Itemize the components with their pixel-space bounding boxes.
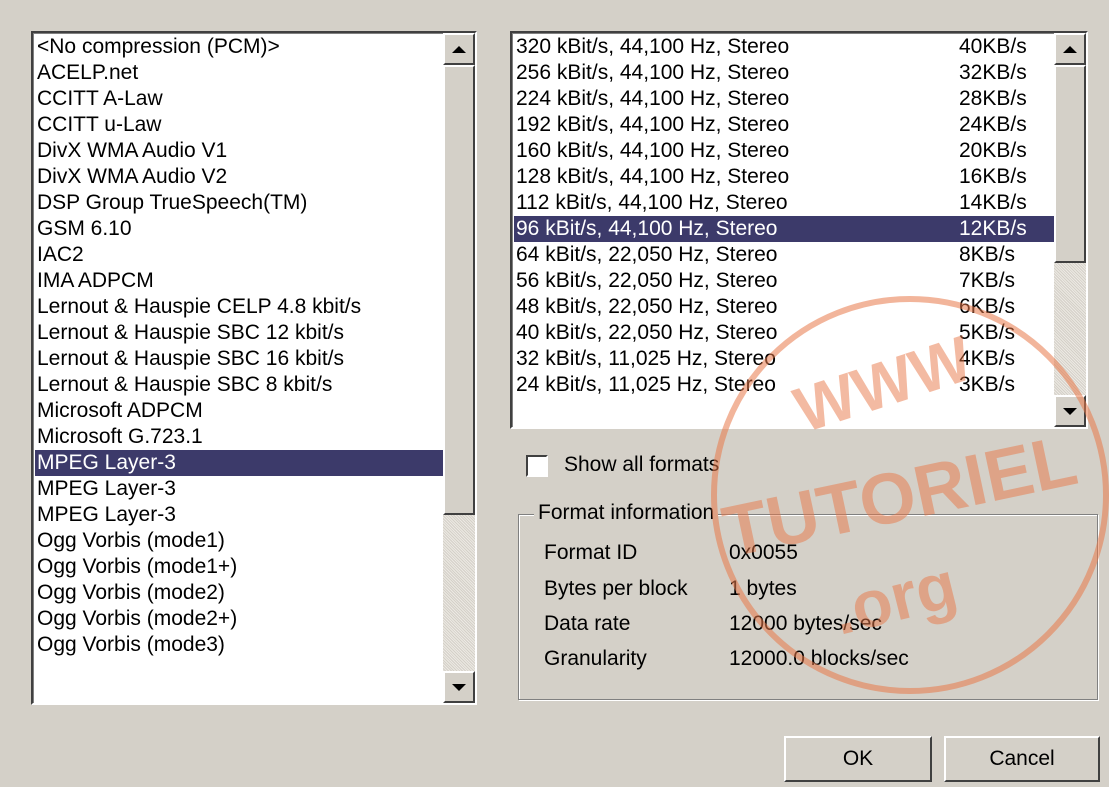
format-name: 48 kBit/s, 22,050 Hz, Stereo [516,295,778,318]
codec-list-item[interactable]: CCITT u-Law [35,112,443,138]
arrow-down-icon [452,683,466,691]
format-rate: 20KB/s [959,139,1027,162]
codec-list-item[interactable]: ACELP.net [35,60,443,86]
format-rate: 12KB/s [959,217,1027,240]
format-list-item[interactable]: 192 kBit/s, 44,100 Hz, Stereo 24KB/s [514,112,1054,138]
format-list-item[interactable]: 112 kBit/s, 44,100 Hz, Stereo 14KB/s [514,190,1054,216]
codec-list-item[interactable]: MPEG Layer-3 [35,450,443,476]
codec-list: <No compression (PCM)> ACELP.net CCITT A-L… [35,34,443,658]
format-list-item[interactable]: 224 kBit/s, 44,100 Hz, Stereo 28KB/s [514,86,1054,112]
format-name: 40 kBit/s, 22,050 Hz, Stereo [516,321,778,344]
format-list-item[interactable]: 48 kBit/s, 22,050 Hz, Stereo 6KB/s [514,294,1054,320]
scroll-thumb[interactable] [1054,65,1086,263]
codec-list-item[interactable]: Lernout & Hauspie CELP 4.8 kbit/s [35,294,443,320]
scroll-up-button[interactable] [443,33,475,65]
format-name: 224 kBit/s, 44,100 Hz, Stereo [516,87,790,110]
format-rate: 32KB/s [959,61,1027,84]
codec-list-item[interactable]: Microsoft ADPCM [35,398,443,424]
format-rate: 40KB/s [959,35,1027,58]
format-name: 256 kBit/s, 44,100 Hz, Stereo [516,61,790,84]
format-listbox[interactable]: 320 kBit/s, 44,100 Hz, Stereo 40KB/s 256 k… [510,31,1088,429]
arrow-up-icon [1063,45,1077,53]
format-rate: 14KB/s [959,191,1027,214]
show-all-formats-label[interactable]: Show all formats [564,453,719,477]
codec-list-item[interactable]: Lernout & Hauspie SBC 8 kbit/s [35,372,443,398]
codec-list-item[interactable]: DivX WMA Audio V2 [35,164,443,190]
format-rate: 3KB/s [959,373,1016,396]
codec-list-item[interactable]: Microsoft G.723.1 [35,424,443,450]
ok-button[interactable]: OK [784,736,932,782]
format-list-item[interactable]: 40 kBit/s, 22,050 Hz, Stereo 5KB/s [514,320,1054,346]
codec-list-item[interactable]: CCITT A-Law [35,86,443,112]
format-rate: 5KB/s [959,321,1016,344]
format-list-item[interactable]: 56 kBit/s, 22,050 Hz, Stereo 7KB/s [514,268,1054,294]
format-name: 128 kBit/s, 44,100 Hz, Stereo [516,165,790,188]
codec-list-item[interactable]: Ogg Vorbis (mode3) [35,632,443,658]
scroll-thumb[interactable] [443,65,475,515]
format-rate: 8KB/s [959,243,1016,266]
format-list-item[interactable]: 24 kBit/s, 11,025 Hz, Stereo 3KB/s [514,372,1054,398]
arrow-up-icon [452,45,466,53]
format-list-item[interactable]: 64 kBit/s, 22,050 Hz, Stereo 8KB/s [514,242,1054,268]
codec-list-item[interactable]: IMA ADPCM [35,268,443,294]
codec-list-item[interactable]: MPEG Layer-3 [35,476,443,502]
format-scrollbar[interactable] [1054,33,1086,427]
format-id-value: 0x0055 [729,541,798,564]
format-information-title: Format information [534,501,719,525]
format-list: 320 kBit/s, 44,100 Hz, Stereo 40KB/s 256 k… [514,34,1054,398]
format-list-item[interactable]: 320 kBit/s, 44,100 Hz, Stereo 40KB/s [514,34,1054,60]
format-list-item[interactable]: 32 kBit/s, 11,025 Hz, Stereo 4KB/s [514,346,1054,372]
format-name: 160 kBit/s, 44,100 Hz, Stereo [516,139,790,162]
format-list-item[interactable]: 160 kBit/s, 44,100 Hz, Stereo 20KB/s [514,138,1054,164]
scroll-down-button[interactable] [443,671,475,703]
codec-list-item[interactable]: Ogg Vorbis (mode2) [35,580,443,606]
format-name: 56 kBit/s, 22,050 Hz, Stereo [516,269,778,292]
format-name: 24 kBit/s, 11,025 Hz, Stereo [516,373,776,396]
format-rate: 7KB/s [959,269,1016,292]
cancel-button[interactable]: Cancel [944,736,1100,782]
arrow-down-icon [1063,407,1077,415]
format-list-item[interactable]: 128 kBit/s, 44,100 Hz, Stereo 16KB/s [514,164,1054,190]
format-name: 192 kBit/s, 44,100 Hz, Stereo [516,113,790,136]
data-rate-value: 12000 bytes/sec [729,612,882,635]
format-rate: 28KB/s [959,87,1027,110]
codec-list-item[interactable]: Lernout & Hauspie SBC 12 kbit/s [35,320,443,346]
codec-list-item[interactable]: Ogg Vorbis (mode1+) [35,554,443,580]
granularity-label: Granularity [544,647,647,670]
format-name: 64 kBit/s, 22,050 Hz, Stereo [516,243,778,266]
format-list-item[interactable]: 256 kBit/s, 44,100 Hz, Stereo 32KB/s [514,60,1054,86]
granularity-value: 12000.0 blocks/sec [729,647,909,670]
format-name: 96 kBit/s, 44,100 Hz, Stereo [516,217,778,240]
codec-list-item[interactable]: IAC2 [35,242,443,268]
codec-list-item[interactable]: Lernout & Hauspie SBC 16 kbit/s [35,346,443,372]
codec-list-item[interactable]: DivX WMA Audio V1 [35,138,443,164]
format-rate: 6KB/s [959,295,1016,318]
codec-list-item[interactable]: MPEG Layer-3 [35,502,443,528]
bytes-per-block-label: Bytes per block [544,577,688,600]
format-id-label: Format ID [544,541,638,564]
format-rate: 16KB/s [959,165,1027,188]
scroll-down-button[interactable] [1054,395,1086,427]
codec-list-item[interactable]: DSP Group TrueSpeech(TM) [35,190,443,216]
ok-button-label: OK [842,747,874,770]
bytes-per-block-value: 1 bytes [729,577,797,600]
data-rate-label: Data rate [544,612,631,635]
format-rate: 24KB/s [959,113,1027,136]
show-all-formats-checkbox[interactable] [526,455,548,477]
codec-list-item[interactable]: Ogg Vorbis (mode1) [35,528,443,554]
format-rate: 4KB/s [959,347,1016,370]
format-name: 320 kBit/s, 44,100 Hz, Stereo [516,35,790,58]
codec-list-item[interactable]: GSM 6.10 [35,216,443,242]
format-name: 112 kBit/s, 44,100 Hz, Stereo [516,191,788,214]
codec-list-item[interactable]: <No compression (PCM)> [35,34,443,60]
cancel-button-label: Cancel [989,747,1055,770]
format-list-item[interactable]: 96 kBit/s, 44,100 Hz, Stereo 12KB/s [514,216,1054,242]
codec-list-item[interactable]: Ogg Vorbis (mode2+) [35,606,443,632]
format-name: 32 kBit/s, 11,025 Hz, Stereo [516,347,776,370]
scroll-up-button[interactable] [1054,33,1086,65]
codec-listbox[interactable]: <No compression (PCM)> ACELP.net CCITT A-L… [31,31,477,705]
codec-scrollbar[interactable] [443,33,475,703]
